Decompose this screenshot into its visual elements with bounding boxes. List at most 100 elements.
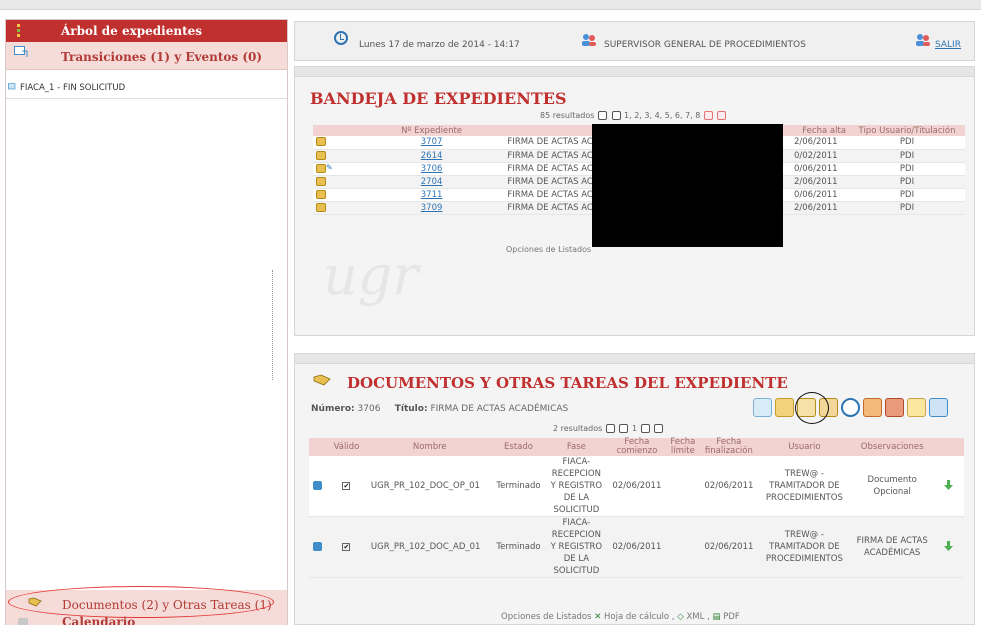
- folder-icon[interactable]: [316, 163, 326, 173]
- documentos-pager: 2 resultados 1: [553, 424, 664, 433]
- document-user: TREW@ - TRAMITADOR DE PROCEDIMIENTOS: [758, 456, 851, 517]
- col-header[interactable]: Válido: [325, 438, 368, 456]
- document-name: UGR_PR_102_DOC_OP_01: [367, 456, 492, 517]
- documentos-title: DOCUMENTOS Y OTRAS TAREAS DEL EXPEDIENTE: [347, 374, 788, 392]
- col-header[interactable]: Fecha alta: [791, 125, 849, 136]
- panel-titlebar: [295, 67, 974, 77]
- document-phase: FIACA-RECEPCION Y REGISTRO DE LA SOLICIT…: [545, 516, 608, 578]
- col-header[interactable]: Estado: [491, 438, 546, 456]
- next-page-button[interactable]: [640, 424, 650, 433]
- folder-icon[interactable]: [316, 202, 326, 212]
- pin-icon: ✎: [326, 163, 333, 172]
- col-header[interactable]: Fecha límite: [666, 438, 700, 456]
- users-icon: [582, 34, 596, 46]
- table-row[interactable]: ✔ UGR_PR_102_DOC_OP_01 Terminado FIACA-R…: [309, 456, 964, 517]
- page-links[interactable]: 1, 2, 3, 4, 5, 6, 7, 8: [624, 111, 700, 120]
- expediente-number[interactable]: 2614: [358, 149, 505, 163]
- logout-link[interactable]: SALIR: [935, 40, 961, 50]
- add-document-icon[interactable]: [775, 398, 794, 417]
- clock-icon[interactable]: [841, 398, 860, 417]
- table-row[interactable]: ✔ UGR_PR_102_DOC_AD_01 Terminado FIACA-R…: [309, 516, 964, 578]
- expediente-number[interactable]: 3706: [358, 162, 505, 176]
- tree-node-label: FIACA_1 - FIN SOLICITUD: [20, 83, 126, 93]
- document-state: Terminado: [491, 516, 546, 578]
- highlight-ellipse: [8, 586, 274, 618]
- resize-handle[interactable]: [272, 270, 274, 380]
- valid-checkbox[interactable]: ✔: [342, 542, 351, 551]
- col-header[interactable]: Observaciones: [850, 438, 934, 456]
- valid-checkbox[interactable]: ✔: [342, 481, 351, 490]
- table-row[interactable]: 0/06/2011 PDI: [791, 188, 965, 202]
- results-count: 2 resultados: [553, 424, 603, 433]
- col-header[interactable]: Nº Expediente: [358, 125, 505, 136]
- expediente-number[interactable]: 3709: [358, 201, 505, 215]
- fecha-alta: 0/06/2011: [791, 188, 849, 202]
- col-header[interactable]: Usuario: [758, 438, 851, 456]
- pdf-icon[interactable]: ▤: [712, 612, 720, 622]
- document-name: UGR_PR_102_DOC_AD_01: [367, 516, 492, 578]
- listing-options: Opciones de Listados ✕ Hoja de cálculo ,…: [501, 612, 740, 622]
- last-page-button[interactable]: [717, 111, 727, 120]
- ugr-watermark: ugr: [323, 244, 419, 307]
- tree-icon: [17, 24, 20, 37]
- tipo-usuario: PDI: [849, 162, 965, 176]
- download-icon[interactable]: [944, 480, 954, 491]
- bandeja-table-right: Fecha alta Tipo Usuario/Titulación 2/06/…: [791, 125, 965, 215]
- col-header[interactable]: Fecha comienzo: [607, 438, 667, 456]
- col-header[interactable]: Tipo Usuario/Titulación: [849, 125, 965, 136]
- web-icon[interactable]: [929, 398, 948, 417]
- limit-date: [666, 456, 700, 517]
- excel-icon[interactable]: ✕: [594, 612, 601, 622]
- user-role: SUPERVISOR GENERAL DE PROCEDIMIENTOS: [604, 40, 806, 50]
- prev-page-button[interactable]: [619, 424, 629, 433]
- listing-options: Opciones de Listados: [506, 245, 592, 254]
- document-toolbar: [753, 398, 963, 420]
- table-row[interactable]: 2/06/2011 PDI: [791, 201, 965, 215]
- table-row[interactable]: 0/06/2011 PDI: [791, 162, 965, 176]
- users-icon[interactable]: [863, 398, 882, 417]
- folder-icon[interactable]: [316, 176, 326, 186]
- page-number[interactable]: 1: [632, 424, 637, 433]
- folder-icon[interactable]: [316, 150, 326, 160]
- title-label: Título:: [394, 404, 428, 414]
- document-state: Terminado: [491, 456, 546, 517]
- last-page-button[interactable]: [654, 424, 664, 433]
- folder-icon[interactable]: [316, 189, 326, 199]
- col-header[interactable]: Fase: [545, 438, 608, 456]
- download-icon[interactable]: [944, 541, 954, 552]
- tasks-icon[interactable]: [885, 398, 904, 417]
- col-header[interactable]: Fecha finalización: [699, 438, 759, 456]
- folder-icon[interactable]: [316, 137, 326, 147]
- first-page-button[interactable]: [597, 111, 607, 120]
- sidebar-item-transitions[interactable]: Transiciones (1) y Eventos (0): [6, 42, 287, 70]
- prev-page-button[interactable]: [611, 111, 621, 120]
- next-page-button[interactable]: [703, 111, 713, 120]
- expediente-number[interactable]: 3707: [358, 136, 505, 150]
- export-xml-link[interactable]: XML: [686, 612, 704, 622]
- col-header[interactable]: Nombre: [367, 438, 492, 456]
- sidebar-header[interactable]: Árbol de expedientes: [6, 20, 287, 42]
- tipo-usuario: PDI: [849, 149, 965, 163]
- document-icon[interactable]: [312, 542, 322, 551]
- note-icon[interactable]: [907, 398, 926, 417]
- fecha-alta: 0/06/2011: [791, 162, 849, 176]
- export-pdf-link[interactable]: PDF: [723, 612, 740, 622]
- tipo-usuario: PDI: [849, 188, 965, 202]
- new-document-icon[interactable]: [753, 398, 772, 417]
- clock-icon: [334, 31, 348, 45]
- expediente-number[interactable]: 2704: [358, 175, 505, 189]
- folder-open-icon: [313, 374, 331, 386]
- table-row[interactable]: 2/06/2011 PDI: [791, 175, 965, 189]
- export-spreadsheet-link[interactable]: Hoja de cálculo: [604, 612, 669, 622]
- table-row[interactable]: 0/02/2011 PDI: [791, 149, 965, 163]
- expediente-number[interactable]: 3711: [358, 188, 505, 202]
- users-exit-icon[interactable]: [914, 33, 932, 47]
- first-page-button[interactable]: [605, 424, 615, 433]
- xml-icon[interactable]: ◇: [677, 612, 684, 622]
- tree-node[interactable]: FIACA_1 - FIN SOLICITUD: [6, 77, 287, 99]
- document-phase: FIACA-RECEPCION Y REGISTRO DE LA SOLICIT…: [545, 456, 608, 517]
- fecha-alta: 2/06/2011: [791, 175, 849, 189]
- node-icon: [8, 83, 16, 90]
- document-icon[interactable]: [312, 481, 322, 490]
- table-row[interactable]: 2/06/2011 PDI: [791, 136, 965, 150]
